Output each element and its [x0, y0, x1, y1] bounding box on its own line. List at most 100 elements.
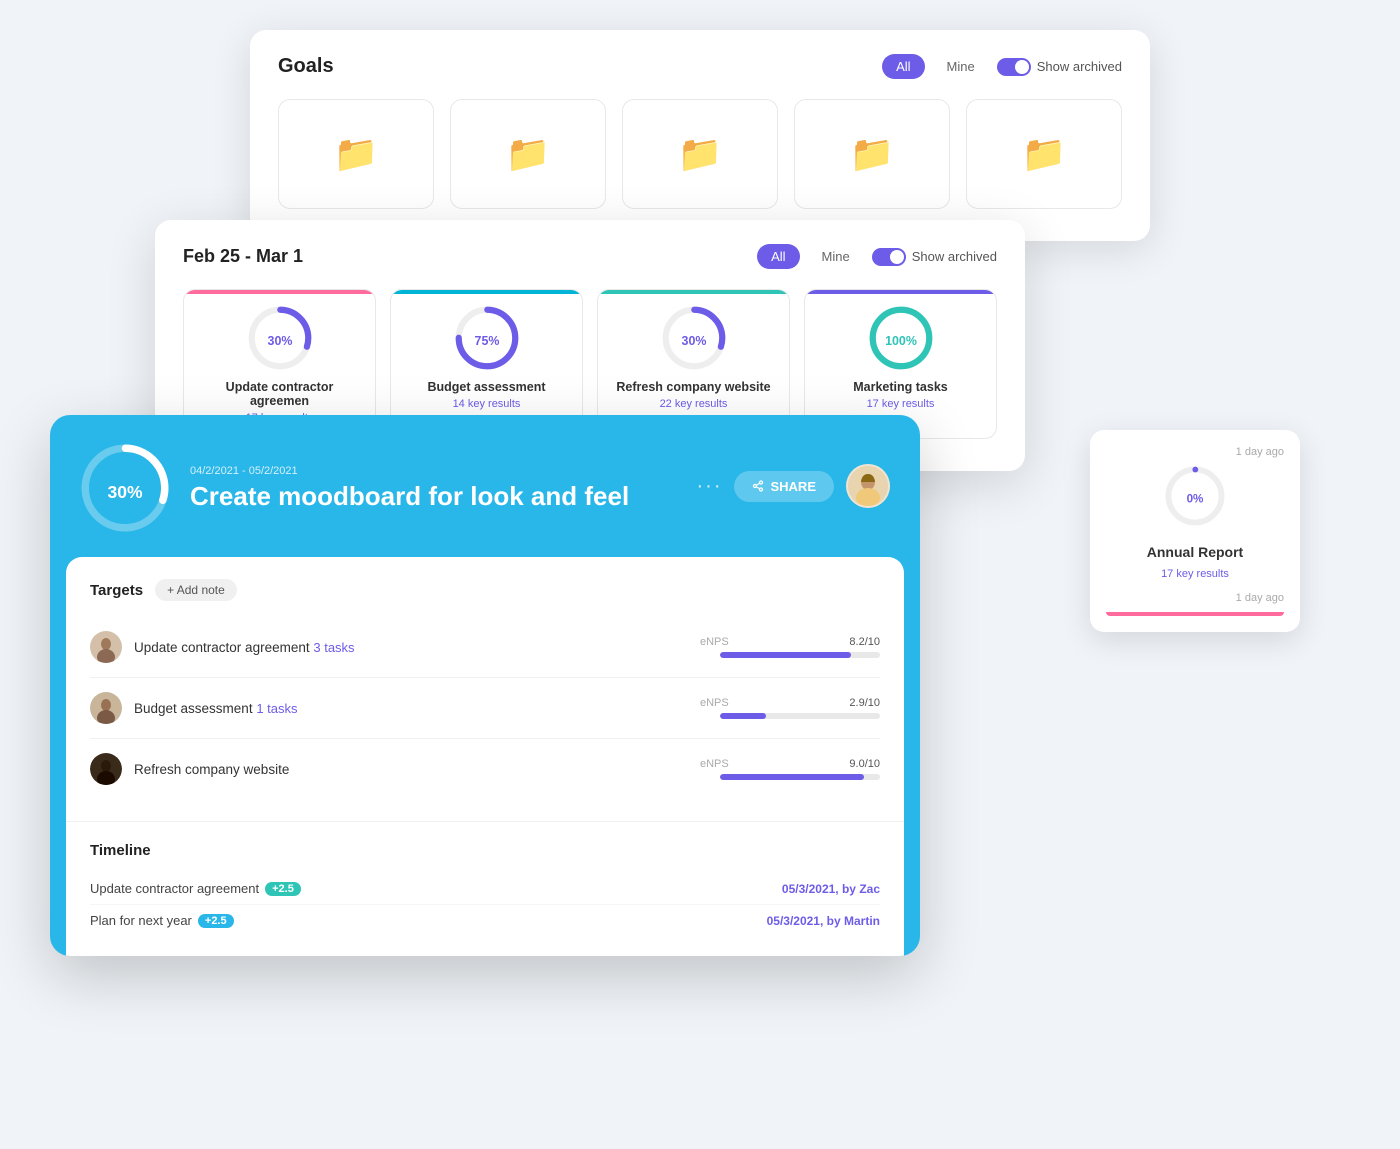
share-label: SHARE: [770, 479, 816, 494]
donut-75-blue: 75%: [455, 306, 519, 370]
progress-bg-2: [720, 713, 880, 719]
annual-body: 0% Annual Report 17 key results 1 day ag…: [1106, 466, 1284, 604]
timeline-section: Timeline Update contractor agreement +2.…: [66, 821, 904, 956]
annual-pink-bar: [1106, 612, 1284, 616]
folder-icon: 📁: [506, 133, 551, 175]
metric-value-2: 2.9/10: [849, 697, 880, 709]
timeline-badge-1: +2.5: [265, 882, 301, 896]
target-name-1: Update contractor agreement: [134, 640, 310, 655]
add-note-button[interactable]: + Add note: [155, 579, 237, 601]
target-info-1: Update contractor agreement 3 tasks: [134, 640, 688, 655]
goal-card-sub-2: 14 key results: [453, 398, 521, 410]
folder-item[interactable]: 📁: [622, 99, 778, 209]
user-avatar-main: [846, 464, 890, 508]
annual-time-ago2: 1 day ago: [1106, 592, 1284, 604]
show-archived-label: Show archived: [1037, 59, 1122, 74]
goal-card-name-2: Budget assessment: [427, 380, 545, 394]
folder-item[interactable]: 📁: [966, 99, 1122, 209]
moodboard-card: 30% 04/2/2021 - 05/2/2021 Create moodboa…: [50, 415, 920, 956]
timeline-badge-2: +2.5: [198, 914, 234, 928]
goals-card: Goals All Mine Show archived 📁 📁 📁: [250, 30, 1150, 241]
svg-text:30%: 30%: [267, 334, 292, 348]
toggle-track: [997, 58, 1031, 76]
weekly-filter-mine-btn[interactable]: Mine: [808, 244, 864, 269]
svg-text:100%: 100%: [885, 334, 917, 348]
target-avatar-3: [90, 753, 122, 785]
svg-text:30%: 30%: [681, 334, 706, 348]
weekly-show-archived-toggle[interactable]: Show archived: [872, 248, 997, 266]
filter-mine-btn[interactable]: Mine: [933, 54, 989, 79]
toggle-thumb: [1015, 60, 1029, 74]
target-tasks-link-2[interactable]: 1 tasks: [256, 701, 297, 716]
annual-name: Annual Report: [1147, 544, 1243, 560]
metric-value-3: 9.0/10: [849, 758, 880, 770]
folder-item[interactable]: 📁: [794, 99, 950, 209]
moodboard-actions: ··· SHARE: [697, 464, 891, 508]
progress-fill-3: [720, 774, 864, 780]
annual-donut: 0%: [1165, 466, 1225, 526]
target-tasks-link-1[interactable]: 3 tasks: [313, 640, 354, 655]
svg-text:75%: 75%: [474, 334, 499, 348]
weekly-filter-all-btn[interactable]: All: [757, 244, 799, 269]
weekly-show-archived-label: Show archived: [912, 249, 997, 264]
timeline-person-2: Martin: [844, 914, 880, 928]
donut-100-purple: 100%: [869, 306, 933, 370]
folder-icon: 📁: [678, 133, 723, 175]
donut-30-pink: 30%: [248, 306, 312, 370]
target-row-3: Refresh company website eNPS 9.0/10: [90, 739, 880, 799]
moodboard-header: 30% 04/2/2021 - 05/2/2021 Create moodboa…: [50, 415, 920, 557]
progress-fill-1: [720, 652, 851, 658]
goal-card-sub-3: 22 key results: [660, 398, 728, 410]
annual-time-ago: 1 day ago: [1106, 446, 1284, 458]
target-avatar-2: [90, 692, 122, 724]
target-avatar-1: [90, 631, 122, 663]
weekly-header: Feb 25 - Mar 1 All Mine Show archived: [183, 244, 997, 269]
goals-header: Goals All Mine Show archived: [278, 54, 1122, 79]
weekly-toggle-thumb: [890, 250, 904, 264]
folder-row: 📁 📁 📁 📁 📁: [278, 99, 1122, 209]
folder-item[interactable]: 📁: [450, 99, 606, 209]
goals-title: Goals: [278, 55, 334, 78]
target-name-2: Budget assessment: [134, 701, 253, 716]
target-row-2: Budget assessment 1 tasks eNPS 2.9/10: [90, 678, 880, 739]
timeline-title: Timeline: [90, 842, 880, 859]
target-info-2: Budget assessment 1 tasks: [134, 701, 688, 716]
goal-card-sub-4: 17 key results: [867, 398, 935, 410]
target-name-3: Refresh company website: [134, 762, 289, 777]
timeline-meta-2: 05/3/2021, by Martin: [767, 914, 880, 928]
share-button[interactable]: SHARE: [734, 471, 834, 502]
svg-text:0%: 0%: [1187, 493, 1204, 506]
more-options-btn[interactable]: ···: [697, 475, 723, 498]
timeline-meta-1: 05/3/2021, by Zac: [782, 882, 880, 896]
show-archived-toggle[interactable]: Show archived: [997, 58, 1122, 76]
metric-label-1: eNPS: [700, 636, 729, 648]
metric-value-1: 8.2/10: [849, 636, 880, 648]
targets-header: Targets + Add note: [90, 579, 880, 601]
timeline-name-2: Plan for next year +2.5: [90, 913, 767, 928]
annual-report-card: 1 day ago 0% Annual Report 17 key result…: [1090, 430, 1300, 632]
goal-card-name-4: Marketing tasks: [853, 380, 947, 394]
metric-label-row-3: eNPS 9.0/10: [700, 758, 880, 770]
moodboard-body: Targets + Add note Update contractor agr…: [66, 557, 904, 821]
moodboard-donut: 30%: [80, 443, 170, 533]
filter-all-btn[interactable]: All: [882, 54, 924, 79]
folder-item[interactable]: 📁: [278, 99, 434, 209]
svg-text:30%: 30%: [107, 482, 142, 502]
target-metric-2: eNPS 2.9/10: [700, 697, 880, 719]
weekly-title: Feb 25 - Mar 1: [183, 246, 303, 267]
weekly-filter-group: All Mine Show archived: [757, 244, 997, 269]
metric-label-2: eNPS: [700, 697, 729, 709]
timeline-row-1: Update contractor agreement +2.5 05/3/20…: [90, 873, 880, 905]
target-row-1: Update contractor agreement 3 tasks eNPS…: [90, 617, 880, 678]
metric-label-3: eNPS: [700, 758, 729, 770]
folder-icon: 📁: [1022, 133, 1067, 175]
progress-bg-3: [720, 774, 880, 780]
donut-30-green: 30%: [662, 306, 726, 370]
timeline-row-2: Plan for next year +2.5 05/3/2021, by Ma…: [90, 905, 880, 936]
target-metric-3: eNPS 9.0/10: [700, 758, 880, 780]
target-info-3: Refresh company website: [134, 762, 688, 777]
goal-card-name-3: Refresh company website: [616, 380, 770, 394]
timeline-person-1: Zac: [859, 882, 880, 896]
progress-bg-1: [720, 652, 880, 658]
goals-filter-group: All Mine Show archived: [882, 54, 1122, 79]
